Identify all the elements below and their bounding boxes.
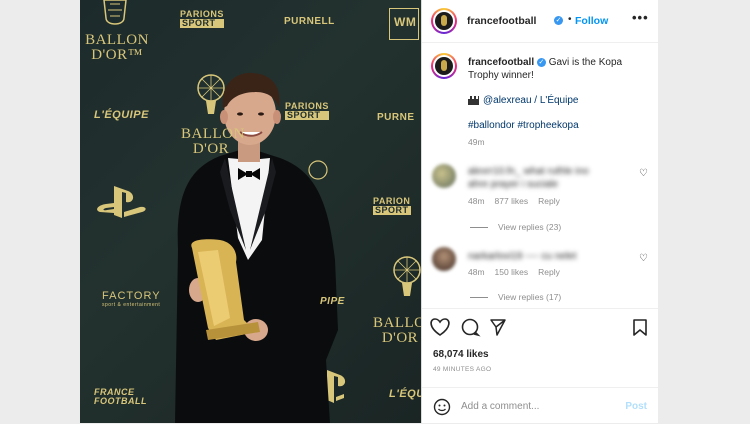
pipe-logo: PIPE	[320, 296, 345, 307]
comment-likes[interactable]: 877 likes	[495, 196, 529, 206]
france-football-logo: FRANCE FOOTBALL	[94, 387, 147, 406]
caption-avatar[interactable]	[431, 53, 457, 79]
emoji-icon[interactable]	[432, 397, 452, 417]
like-count[interactable]: 68,074 likes	[433, 349, 489, 360]
verified-icon: ✓	[536, 58, 546, 67]
comment-avatar[interactable]	[432, 164, 456, 188]
ballon-dor-ball-icon	[308, 160, 328, 180]
view-replies[interactable]: View replies (17)	[470, 292, 561, 302]
ballon-dor-ball-icon	[393, 256, 421, 296]
comment-text-blurred: alexrr10.fn_ what ruthle ino	[468, 166, 589, 177]
comment-time: 48m	[468, 196, 485, 206]
purnell-logo: PURNELL	[284, 16, 335, 27]
profile-avatar[interactable]	[431, 8, 457, 34]
bookmark-icon[interactable]	[633, 319, 647, 336]
parions-sport-logo: PARIONS SPORT	[180, 9, 224, 28]
more-options-icon[interactable]: •••	[632, 10, 649, 25]
parions-sport-logo: PARIONS SPORT	[285, 101, 329, 120]
post-button[interactable]: Post	[625, 401, 647, 412]
purnell-logo: PURNE	[377, 112, 415, 123]
heart-icon[interactable]	[430, 318, 450, 336]
header-username[interactable]: francefootball	[467, 15, 536, 27]
comment-likes[interactable]: 150 likes	[495, 267, 529, 277]
comment-like-icon[interactable]: ♡	[639, 253, 648, 264]
comment-input[interactable]: Add a comment...	[461, 401, 539, 412]
post-photo[interactable]: BALLON D'OR™ PARIONS SPORT PURNELL WM L'ÉQ…	[80, 0, 421, 423]
comment-time: 48m	[468, 267, 485, 277]
caption-username[interactable]: francefootball	[468, 57, 534, 68]
ballon-dor-text: BALLOND'OR	[181, 126, 245, 157]
comment-avatar[interactable]	[432, 247, 456, 271]
wm-logo: WM	[389, 8, 420, 40]
ballon-dor-ball-icon	[103, 0, 127, 25]
post-header: francefootball ✓ • Follow •••	[422, 0, 658, 43]
comment-box: Add a comment... Post	[422, 387, 658, 424]
ballon-dor-text: BALLON D'OR™	[85, 32, 149, 63]
comment-icon[interactable]	[461, 318, 481, 337]
verified-icon: ✓	[554, 15, 563, 25]
follow-button[interactable]: Follow	[575, 15, 608, 27]
separator-dot: •	[568, 14, 572, 25]
comment-meta: 48m 877 likes Reply	[468, 196, 570, 206]
share-icon[interactable]	[490, 319, 506, 336]
caption-hashtags[interactable]: #ballondor #tropheekopa	[468, 120, 579, 131]
lequipe-logo: L'ÉQU	[389, 388, 421, 400]
ballon-dor-ball-icon	[197, 74, 225, 114]
post-panel: francefootball ✓ • Follow ••• francefoot…	[421, 0, 658, 423]
factory-logo: FACTORY sport & entertainment	[102, 290, 161, 309]
comment-text-blurred: narkarlovi19 ---- cu nelet	[468, 251, 577, 262]
caption: francefootball ✓ Gavi is the Kopa Trophy…	[468, 56, 648, 82]
caption-time: 49m	[468, 137, 485, 147]
credit-text[interactable]: @alexreau / L'Équipe	[483, 95, 578, 106]
reply-button[interactable]: Reply	[538, 196, 560, 206]
view-replies[interactable]: View replies (23)	[470, 222, 561, 232]
playstation-logo	[97, 186, 146, 218]
clapperboard-icon	[468, 95, 479, 105]
post-age: 49 MINUTES AGO	[433, 366, 492, 373]
photo-backdrop	[97, 0, 421, 423]
ballon-dor-text: BALLOND'OR	[373, 315, 421, 346]
reply-button[interactable]: Reply	[538, 267, 560, 277]
parions-sport-logo: PARION SPORT	[373, 196, 411, 215]
comment-like-icon[interactable]: ♡	[639, 168, 648, 179]
lequipe-logo: L'ÉQUIPE	[94, 109, 149, 121]
comment-meta: 48m 150 likes Reply	[468, 267, 570, 277]
comment-text-blurred: ahre prayer i suciale	[468, 179, 559, 190]
photo-credit: @alexreau / L'Équipe	[468, 95, 578, 106]
